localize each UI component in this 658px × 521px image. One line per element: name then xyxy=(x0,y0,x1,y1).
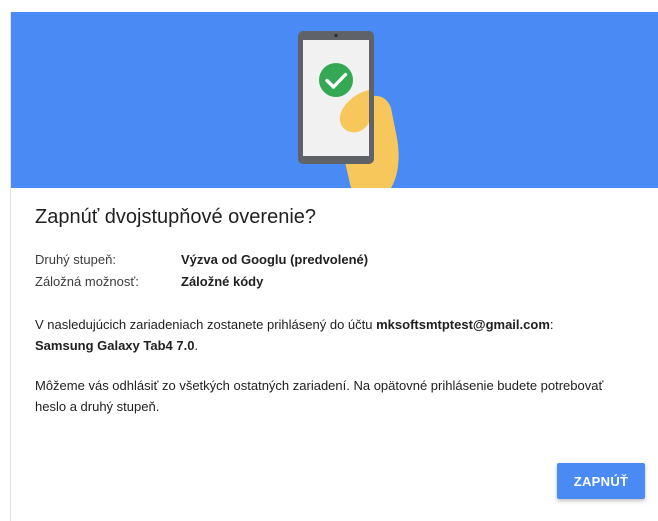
dialog-title: Zapnúť dvojstupňové overenie? xyxy=(35,206,317,228)
sign-out-info-text: Môžeme vás odhlásiť zo všetkých ostatnýc… xyxy=(35,378,604,414)
device-name: Samsung Galaxy Tab4 7.0 xyxy=(35,338,195,353)
check-circle-icon xyxy=(319,63,353,97)
second-step-label: Druhý stupeň: xyxy=(35,252,116,267)
device-period: . xyxy=(194,338,199,353)
second-step-row: Druhý stupeň: Výzva od Googlu (predvolené… xyxy=(35,252,368,267)
phone-hand-illustration xyxy=(298,31,399,188)
backup-option-row: Záložná možnosť: Záložné kódy xyxy=(35,274,263,289)
backup-option-label: Záložná možnosť: xyxy=(35,274,139,289)
second-step-value: Výzva od Googlu (predvolené) xyxy=(181,252,369,267)
account-email: mksoftsmtptest@gmail.com xyxy=(376,317,550,332)
turn-on-2sv-dialog: Zapnúť dvojstupňové overenie? Druhý stup… xyxy=(10,12,658,521)
signed-in-colon: : xyxy=(549,317,554,332)
turn-on-button[interactable]: ZAPNÚŤ xyxy=(557,463,645,499)
signed-in-devices-text: V nasledujúcich zariadeniach zostanete p… xyxy=(35,314,635,356)
signed-in-intro: V nasledujúcich zariadeniach zostanete p… xyxy=(35,317,377,332)
backup-option-value: Záložné kódy xyxy=(181,274,264,289)
phone-camera-icon xyxy=(334,33,338,38)
hero-banner xyxy=(11,12,658,188)
